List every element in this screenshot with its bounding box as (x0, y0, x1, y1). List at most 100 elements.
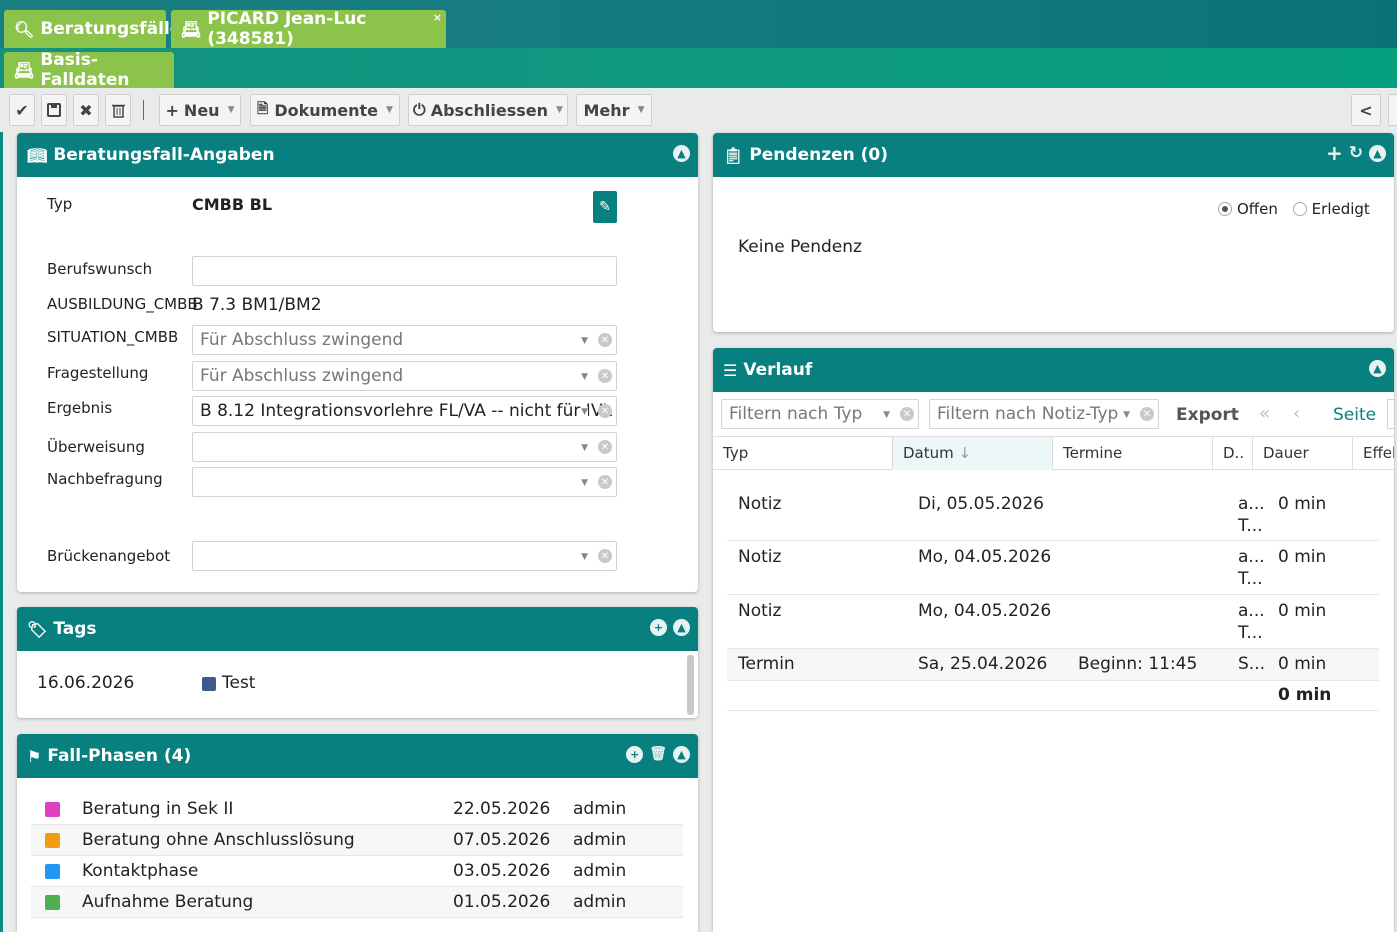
row-dauer: 0 min (1278, 654, 1327, 674)
col-typ[interactable]: Typ (713, 437, 893, 470)
panel-header: 📖︎ Beratungsfall-Angaben ▲ (17, 133, 698, 177)
clear-icon[interactable]: ✕ (598, 404, 612, 418)
situation-select[interactable]: Für Abschluss zwingend ▼ ✕ (192, 325, 617, 355)
clear-icon[interactable]: ✕ (900, 407, 914, 421)
add-icon[interactable]: + (626, 746, 644, 763)
id-card-icon: 📇︎ (14, 60, 35, 80)
col-termine[interactable]: Termine (1053, 437, 1213, 470)
panel-title: Beratungsfall-Angaben (53, 145, 275, 165)
side-button[interactable] (1388, 94, 1397, 126)
verlauf-row[interactable]: Termin Sa, 25.04.2026 Beginn: 11:45 S...… (727, 649, 1379, 681)
refresh-icon[interactable]: ↻ (1349, 145, 1363, 162)
radio-offen-label[interactable]: Offen (1237, 200, 1278, 218)
fragestellung-select[interactable]: Für Abschluss zwingend ▼ ✕ (192, 361, 617, 391)
collapse-icon[interactable]: ▲ (673, 746, 690, 763)
verlauf-row[interactable]: Notiz Mo, 04.05.2026 a... T... 0 min (727, 541, 1379, 595)
phase-row[interactable]: Beratung in Sek II 22.05.2026 admin (31, 794, 683, 825)
list-icon: ☰ (723, 360, 738, 380)
panel-header: 📋︎ Pendenzen (0) + ↻ ▲ (713, 133, 1394, 177)
clear-icon[interactable]: ✕ (598, 333, 612, 347)
row-d: T... (1238, 623, 1263, 643)
close-icon[interactable]: × (433, 11, 442, 24)
new-button[interactable]: + Neu ▼ (159, 94, 241, 126)
book-icon: 📖︎ (27, 145, 48, 165)
row-datum: Mo, 04.05.2026 (918, 547, 1052, 567)
export-button[interactable]: Export (1176, 405, 1239, 425)
typ-value: CMBB BL (192, 195, 273, 214)
documents-button[interactable]: 🗎 Dokumente ▼ (250, 94, 400, 126)
top-tab-bar: 🔍︎ Beratungsfälle 📇︎ PICARD Jean-Luc (34… (0, 0, 1397, 49)
chevron-down-icon: ▼ (581, 407, 588, 417)
close-case-button[interactable]: ⏻ Abschliessen ▼ (408, 94, 568, 126)
tab-basis-falldaten[interactable]: 📇︎ Basis-Falldaten (4, 50, 174, 90)
cancel-button[interactable]: ✖ (73, 94, 99, 126)
trash-icon (111, 104, 125, 118)
scrollbar[interactable] (687, 655, 694, 715)
col-d[interactable]: D.. (1213, 437, 1253, 470)
collapse-icon[interactable]: ▲ (673, 145, 690, 162)
prev-page-icon[interactable]: ‹ (1293, 403, 1300, 424)
radio-erledigt-label[interactable]: Erledigt (1312, 200, 1370, 218)
first-page-icon[interactable]: « (1259, 403, 1270, 424)
nachbefragung-label: Nachbefragung (47, 470, 163, 488)
collapse-icon[interactable]: ▲ (1369, 360, 1386, 377)
verlauf-row[interactable]: Notiz Di, 05.05.2026 a... T... 0 min (727, 488, 1379, 541)
clear-icon[interactable]: ✕ (598, 440, 612, 454)
berufswunsch-input[interactable] (192, 256, 617, 286)
trash-icon[interactable]: 🗑︎ (649, 746, 667, 763)
tag-color-swatch (202, 677, 216, 691)
row-d: T... (1238, 516, 1263, 536)
clear-icon[interactable]: ✕ (598, 475, 612, 489)
tab-label: Basis-Falldaten (40, 50, 130, 90)
radio-erledigt[interactable] (1292, 202, 1307, 216)
filter-typ-placeholder: Filtern nach Typ (729, 404, 863, 424)
col-dauer[interactable]: Dauer (1253, 437, 1353, 470)
tag-icon: 🏷︎ (27, 619, 48, 639)
filter-notiz-placeholder: Filtern nach Notiz-Typ (937, 404, 1119, 424)
phase-row[interactable]: Aufnahme Beratung 01.05.2026 admin (31, 887, 683, 918)
filter-typ-select[interactable]: Filtern nach Typ ▼ ✕ (721, 399, 919, 429)
berufswunsch-label: Berufswunsch (47, 260, 153, 278)
nachbefragung-select[interactable]: ▼ ✕ (192, 467, 617, 497)
documents-label: Dokumente (274, 100, 379, 120)
col-datum[interactable]: Datum ↓ (893, 437, 1053, 470)
panel-header: ⚑ Fall-Phasen (4) + 🗑︎ ▲ (17, 734, 698, 778)
panel-title: Tags (53, 619, 97, 639)
verlauf-row[interactable]: Notiz Mo, 04.05.2026 a... T... 0 min (727, 595, 1379, 649)
tab-picard-jean-luc[interactable]: 📇︎ PICARD Jean-Luc (348581) × (171, 9, 446, 49)
more-button[interactable]: Mehr ▼ (576, 94, 652, 126)
ueberweisung-label: Überweisung (47, 438, 145, 456)
delete-button[interactable] (105, 94, 131, 126)
ergebnis-select[interactable]: B 8.12 Integrationsvorlehre FL/VA -- nic… (192, 396, 617, 426)
page-input[interactable] (1387, 399, 1394, 429)
add-icon[interactable]: + (1326, 143, 1343, 163)
tab-beratungsfaelle[interactable]: 🔍︎ Beratungsfälle (4, 10, 181, 48)
clear-icon[interactable]: ✕ (1140, 407, 1154, 421)
col-effek[interactable]: Effek (1353, 437, 1394, 470)
save-button[interactable] (41, 94, 67, 126)
row-datum: Mo, 04.05.2026 (918, 601, 1052, 621)
confirm-button[interactable]: ✔ (9, 94, 35, 126)
collapse-icon[interactable]: ▲ (1369, 145, 1386, 162)
panel-title: Fall-Phasen (4) (47, 746, 192, 766)
row-dauer: 0 min (1278, 494, 1327, 514)
radio-offen[interactable] (1218, 202, 1232, 216)
brueckenangebot-select[interactable]: ▼ ✕ (192, 541, 617, 571)
collapse-button[interactable]: < (1351, 94, 1381, 126)
chevron-down-icon: ▼ (581, 443, 588, 453)
collapse-icon[interactable]: ▲ (673, 619, 690, 636)
phase-row[interactable]: Beratung ohne Anschlusslösung 07.05.2026… (31, 825, 683, 856)
fragestellung-placeholder: Für Abschluss zwingend (200, 366, 404, 386)
sort-down-icon: ↓ (958, 444, 972, 462)
ueberweisung-select[interactable]: ▼ ✕ (192, 432, 617, 462)
phase-row[interactable]: Kontaktphase 03.05.2026 admin (31, 856, 683, 887)
tag-label[interactable]: Test (222, 673, 255, 693)
verlauf-total-row: 0 min (727, 681, 1379, 711)
filter-notiz-typ-select[interactable]: Filtern nach Notiz-Typ ▼ ✕ (929, 399, 1159, 429)
clear-icon[interactable]: ✕ (598, 369, 612, 383)
document-icon: 🗎 (257, 101, 269, 117)
edit-button[interactable]: ✎ (593, 191, 617, 223)
clear-icon[interactable]: ✕ (598, 549, 612, 563)
row-termine: Beginn: 11:45 (1078, 654, 1198, 674)
add-icon[interactable]: + (650, 619, 667, 636)
